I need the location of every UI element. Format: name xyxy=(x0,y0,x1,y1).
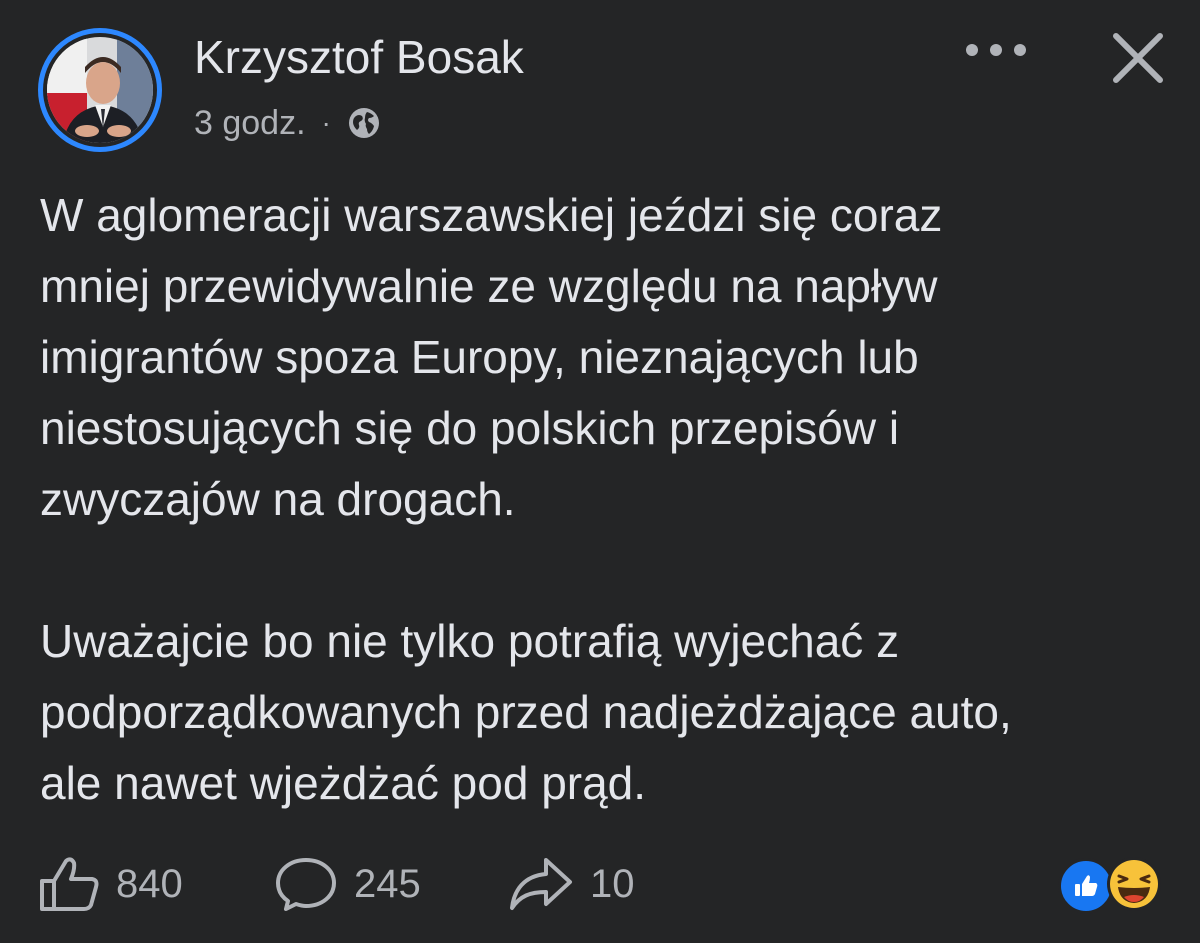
share-count: 10 xyxy=(590,861,635,906)
author-avatar[interactable] xyxy=(38,28,162,152)
post-actions: 840 245 10 xyxy=(38,852,635,916)
post-body: W aglomeracji warszawskiej jeździ się co… xyxy=(40,180,1160,819)
more-dots-icon xyxy=(966,44,1026,56)
close-icon xyxy=(1113,33,1163,83)
thumbs-up-icon xyxy=(40,857,99,911)
author-name[interactable]: Krzysztof Bosak xyxy=(194,30,524,84)
like-count: 840 xyxy=(116,861,183,906)
meta-separator: · xyxy=(321,107,331,138)
more-options-button[interactable] xyxy=(956,30,1036,70)
close-button[interactable] xyxy=(1100,20,1176,96)
facebook-post: Krzysztof Bosak 3 godz. · W aglomeracji … xyxy=(0,0,1200,943)
share-arrow-icon xyxy=(510,858,572,910)
post-meta: 3 godz. · xyxy=(194,102,381,144)
comment-icon xyxy=(276,858,336,911)
haha-reaction-icon xyxy=(1106,856,1162,912)
globe-icon[interactable] xyxy=(347,106,381,140)
post-paragraph-2: Uważajcie bo nie tylko potrafią wyjechać… xyxy=(40,615,1012,809)
like-button[interactable]: 840 xyxy=(38,855,274,913)
avatar-photo xyxy=(47,37,153,143)
post-paragraph-1: W aglomeracji warszawskiej jeździ się co… xyxy=(40,189,943,525)
comment-button[interactable]: 245 xyxy=(274,855,508,913)
post-timestamp[interactable]: 3 godz. xyxy=(194,104,306,143)
comment-count: 245 xyxy=(354,861,421,906)
reactions-summary[interactable] xyxy=(1052,852,1172,914)
share-button[interactable]: 10 xyxy=(508,856,635,912)
